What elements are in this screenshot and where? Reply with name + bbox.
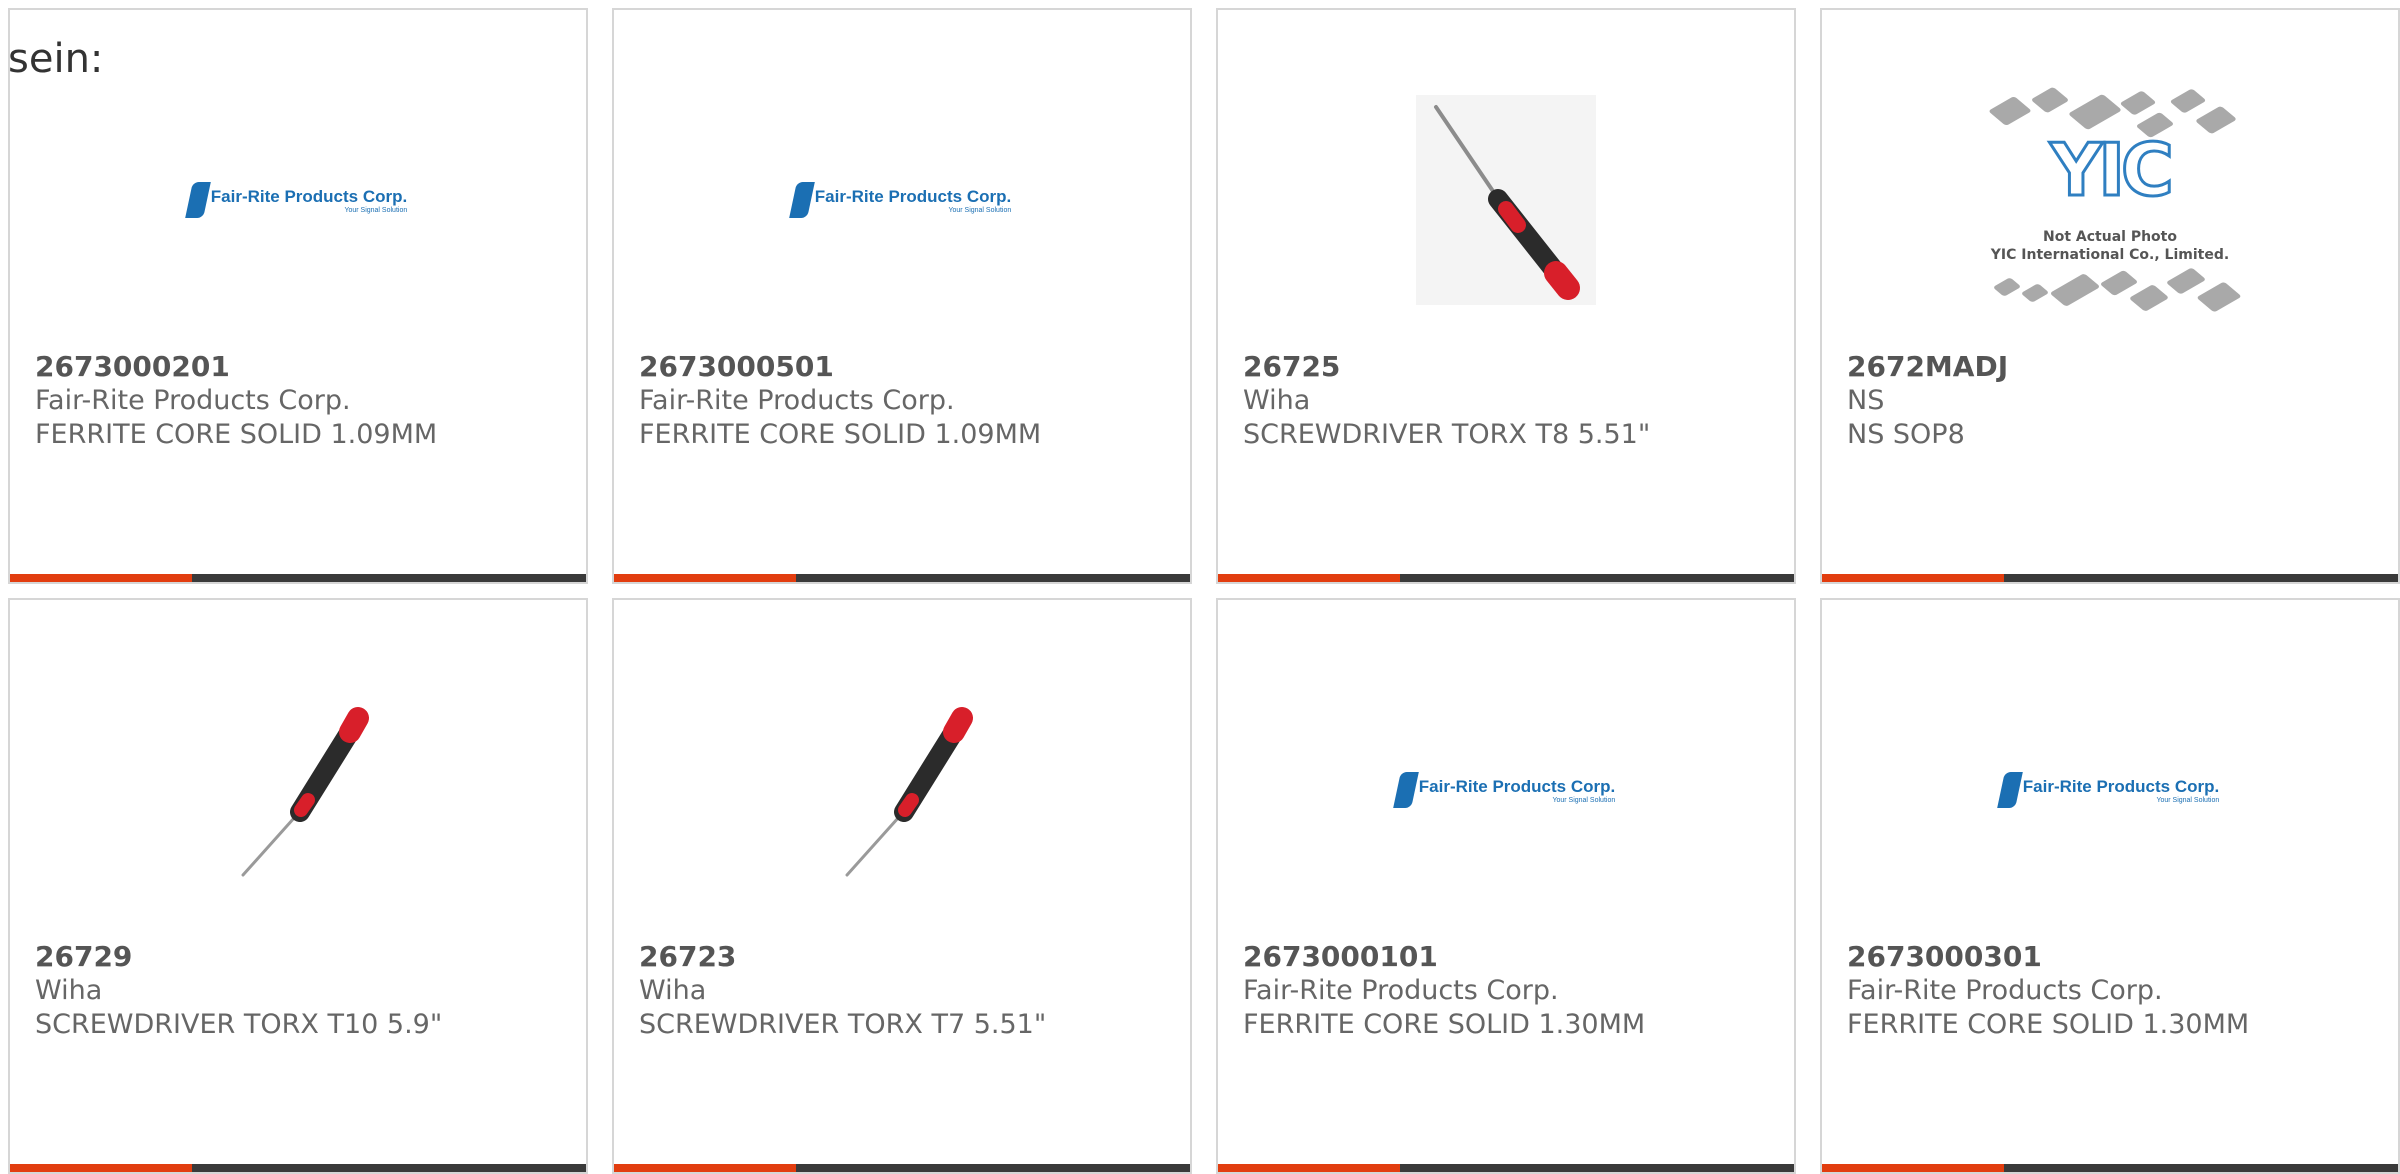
description: FERRITE CORE SOLID 1.09MM — [639, 419, 1042, 450]
fair-rite-logo: Fair-Rite Products Corp. Your Signal Sol… — [184, 182, 407, 218]
yic-placeholder-image: YIC Not Actual Photo YIC International C… — [1975, 80, 2245, 320]
part-number[interactable]: 26729 — [35, 940, 566, 974]
product-card[interactable]: 26723 Wiha SCREWDRIVER TORX T7 5.51" — [612, 598, 1192, 1174]
product-card[interactable]: YIC Not Actual Photo YIC International C… — [1820, 8, 2400, 584]
card-bottom-bar — [614, 574, 1190, 582]
card-bottom-bar — [1822, 1164, 2398, 1172]
product-card[interactable]: Fair-Rite Products Corp. Your Signal Sol… — [8, 8, 588, 584]
part-number[interactable]: 2672MADJ — [1847, 350, 2378, 384]
product-card[interactable]: 26725 Wiha SCREWDRIVER TORX T8 5.51" — [1216, 8, 1796, 584]
manufacturer: Fair-Rite Products Corp. — [639, 385, 955, 416]
description: FERRITE CORE SOLID 1.30MM — [1847, 1009, 2250, 1040]
description: SCREWDRIVER TORX T8 5.51" — [1243, 419, 1651, 450]
screwdriver-icon — [241, 707, 369, 877]
card-bottom-bar — [1218, 574, 1794, 582]
product-image — [614, 640, 1190, 940]
part-number[interactable]: 2673000201 — [35, 350, 566, 384]
product-card[interactable]: Fair-Rite Products Corp. Your Signal Sol… — [1820, 598, 2400, 1174]
product-image: Fair-Rite Products Corp. Your Signal Sol… — [614, 50, 1190, 350]
screwdriver-icon — [1416, 95, 1596, 305]
intro-text: sein: — [8, 36, 104, 82]
card-bottom-bar — [10, 574, 586, 582]
fair-rite-logo: Fair-Rite Products Corp. Your Signal Sol… — [788, 182, 1011, 218]
manufacturer: Wiha — [35, 975, 103, 1006]
product-image: Fair-Rite Products Corp. Your Signal Sol… — [1822, 640, 2398, 940]
screwdriver-icon — [845, 707, 973, 877]
description: FERRITE CORE SOLID 1.09MM — [35, 419, 438, 450]
card-bottom-bar — [1822, 574, 2398, 582]
card-bottom-bar — [1218, 1164, 1794, 1172]
description: FERRITE CORE SOLID 1.30MM — [1243, 1009, 1646, 1040]
card-bottom-bar — [10, 1164, 586, 1172]
manufacturer: NS — [1847, 385, 1885, 416]
description: SCREWDRIVER TORX T7 5.51" — [639, 1009, 1047, 1040]
part-number[interactable]: 26723 — [639, 940, 1170, 974]
part-number[interactable]: 2673000301 — [1847, 940, 2378, 974]
description: NS SOP8 — [1847, 419, 1965, 450]
product-card[interactable]: Fair-Rite Products Corp. Your Signal Sol… — [1216, 598, 1796, 1174]
fair-rite-logo: Fair-Rite Products Corp. Your Signal Sol… — [1996, 772, 2219, 808]
product-image: Fair-Rite Products Corp. Your Signal Sol… — [10, 50, 586, 350]
card-bottom-bar — [614, 1164, 1190, 1172]
product-image — [1218, 50, 1794, 350]
manufacturer: Wiha — [639, 975, 707, 1006]
product-image — [10, 640, 586, 940]
manufacturer: Fair-Rite Products Corp. — [1243, 975, 1559, 1006]
part-number[interactable]: 2673000501 — [639, 350, 1170, 384]
part-number[interactable]: 2673000101 — [1243, 940, 1774, 974]
product-card[interactable]: Fair-Rite Products Corp. Your Signal Sol… — [612, 8, 1192, 584]
product-image: YIC Not Actual Photo YIC International C… — [1822, 50, 2398, 350]
product-grid: Fair-Rite Products Corp. Your Signal Sol… — [0, 0, 2400, 1174]
manufacturer: Fair-Rite Products Corp. — [35, 385, 351, 416]
manufacturer: Wiha — [1243, 385, 1311, 416]
fair-rite-logo: Fair-Rite Products Corp. Your Signal Sol… — [1392, 772, 1615, 808]
description: SCREWDRIVER TORX T10 5.9" — [35, 1009, 443, 1040]
product-image: Fair-Rite Products Corp. Your Signal Sol… — [1218, 640, 1794, 940]
manufacturer: Fair-Rite Products Corp. — [1847, 975, 2163, 1006]
part-number[interactable]: 26725 — [1243, 350, 1774, 384]
product-card[interactable]: 26729 Wiha SCREWDRIVER TORX T10 5.9" — [8, 598, 588, 1174]
